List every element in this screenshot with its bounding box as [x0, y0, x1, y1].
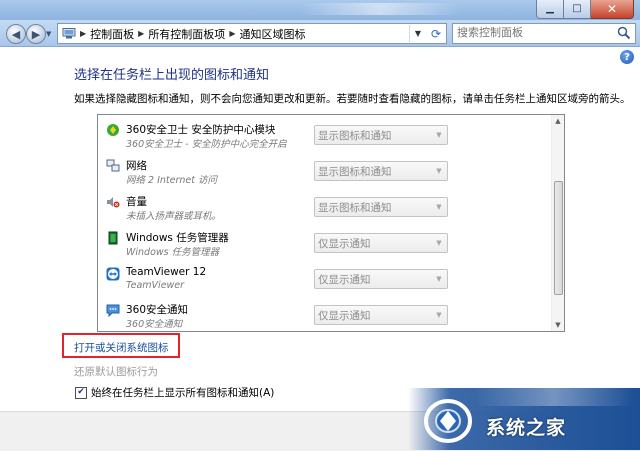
watermark-text: 系统之家: [486, 417, 567, 439]
behavior-value: 显示图标和通知: [318, 130, 392, 142]
list-item: Windows 任务管理器 Windows 任务管理器 仅显示通知 ▼: [98, 227, 548, 263]
search-box[interactable]: [452, 23, 636, 44]
item-name: 360安全卫士 安全防护中心模块: [126, 124, 276, 136]
behavior-value: 仅显示通知: [318, 238, 371, 250]
item-status: TeamViewer: [126, 280, 185, 291]
chevron-down-icon: ▼: [436, 131, 442, 139]
close-button[interactable]: ✕: [591, 0, 634, 19]
behavior-select[interactable]: 仅显示通知 ▼: [314, 233, 448, 253]
watermark-blur: [474, 386, 634, 406]
chevron-down-icon: ▼: [436, 275, 442, 283]
checkmark-icon: ✔: [77, 387, 85, 397]
chevron-down-icon: ▼: [436, 167, 442, 175]
watermark-logo-icon: [424, 399, 472, 443]
behavior-value: 显示图标和通知: [318, 202, 392, 214]
scroll-thumb[interactable]: [554, 181, 563, 295]
list-item: 360安全卫士 安全防护中心模块 360安全卫士 - 安全防护中心完全开启 显示…: [98, 119, 548, 155]
behavior-select[interactable]: 显示图标和通知 ▼: [314, 125, 448, 145]
speaker-muted-icon: [107, 197, 120, 208]
chevron-down-icon: ▼: [436, 203, 442, 211]
address-bar[interactable]: ▶ 控制面板 ▶ 所有控制面板项 ▶ 通知区域图标 ▼: [57, 23, 427, 44]
chevron-down-icon: ▼: [436, 311, 442, 319]
breadcrumb-notification-icons[interactable]: 通知区域图标: [236, 26, 308, 42]
breadcrumb-separator: ▶: [229, 29, 236, 38]
chevron-down-icon: ▼: [436, 239, 442, 247]
item-name: 网络: [126, 160, 147, 172]
always-show-option[interactable]: ✔ 始终在任务栏上显示所有图标和通知(A): [75, 385, 274, 400]
item-name: Windows 任务管理器: [126, 232, 229, 244]
close-icon: ✕: [606, 2, 618, 16]
list-item: 网络 网络 2 Internet 访问 显示图标和通知 ▼: [98, 155, 548, 191]
breadcrumb-all-items[interactable]: 所有控制面板项: [145, 26, 228, 42]
maximize-icon: □: [572, 3, 582, 14]
behavior-select[interactable]: 仅显示通知 ▼: [314, 269, 448, 289]
item-name: TeamViewer 12: [126, 266, 207, 278]
always-show-checkbox[interactable]: ✔: [75, 386, 87, 399]
list-item: TeamViewer 12 TeamViewer 仅显示通知 ▼: [98, 263, 548, 299]
window-title-blur: [300, 3, 460, 15]
list-item: 音量 未插入扬声器或耳机。 显示图标和通知 ▼: [98, 191, 548, 227]
network-icon: [106, 159, 120, 172]
list-scrollbar[interactable]: ▲ ▼: [551, 115, 564, 331]
system-icons-link[interactable]: 打开或关闭系统图标: [74, 340, 169, 355]
item-name: 360安全通知: [126, 304, 189, 316]
help-icon[interactable]: ?: [620, 50, 634, 64]
minimize-button[interactable]: ▁: [536, 0, 564, 19]
scroll-down-icon[interactable]: ▼: [554, 321, 562, 329]
maximize-button[interactable]: □: [564, 0, 591, 19]
behavior-value: 仅显示通知: [318, 274, 371, 286]
restore-default-link[interactable]: 还原默认图标行为: [74, 364, 158, 379]
360-shield-icon: [107, 124, 119, 136]
item-status: 360安全卫士 - 安全防护中心完全开启: [126, 139, 287, 150]
search-input[interactable]: [453, 24, 611, 41]
breadcrumb-separator: ▶: [80, 29, 87, 38]
notification-icons-list[interactable]: 360安全卫士 安全防护中心模块 360安全卫士 - 安全防护中心完全开启 显示…: [97, 114, 565, 332]
back-button[interactable]: ◀: [6, 24, 26, 44]
minimize-icon: ▁: [546, 3, 554, 14]
magnifier-icon[interactable]: [617, 26, 631, 40]
breadcrumb-separator: ▶: [138, 29, 145, 38]
title-bar: ▁ □ ✕: [0, 0, 640, 20]
item-name: 音量: [126, 196, 147, 208]
behavior-value: 仅显示通知: [318, 310, 371, 322]
item-status: 网络 2 Internet 访问: [126, 175, 217, 186]
back-arrow-icon: ◀: [11, 27, 21, 41]
forward-arrow-icon: ▶: [31, 27, 41, 41]
behavior-select[interactable]: 显示图标和通知 ▼: [314, 161, 448, 181]
refresh-button[interactable]: ⟳: [426, 23, 447, 44]
behavior-value: 显示图标和通知: [318, 166, 392, 178]
page-description: 如果选择隐藏图标和通知，则不会向您通知更改和更新。若要随时查看隐藏的图标，请单击…: [74, 93, 631, 105]
task-manager-icon: [108, 231, 118, 245]
chat-bubble-icon: [106, 304, 120, 317]
computer-icon: [62, 28, 76, 39]
watermark: 系统之家: [408, 386, 640, 450]
recent-pages-dropdown[interactable]: ▼: [46, 30, 51, 38]
item-status: Windows 任务管理器: [126, 247, 220, 258]
address-history-dropdown[interactable]: ▼: [409, 25, 426, 42]
breadcrumb-control-panel[interactable]: 控制面板: [87, 26, 137, 42]
behavior-select[interactable]: 显示图标和通知 ▼: [314, 197, 448, 217]
item-status: 360安全通知: [126, 319, 183, 330]
list-item: 360安全通知 360安全通知 仅显示通知 ▼: [98, 299, 548, 331]
window-controls: ▁ □ ✕: [536, 0, 634, 19]
always-show-label: 始终在任务栏上显示所有图标和通知(A): [91, 387, 275, 399]
behavior-select[interactable]: 仅显示通知 ▼: [314, 305, 448, 325]
address-toolbar: ◀ ▶ ▼ ▶ 控制面板 ▶ 所有控制面板项 ▶ 通知区域图标 ▼ ⟳: [0, 20, 640, 47]
refresh-icon: ⟳: [430, 26, 442, 41]
teamviewer-icon: [106, 267, 120, 281]
scroll-up-icon[interactable]: ▲: [554, 117, 562, 125]
page-title: 选择在任务栏上出现的图标和通知: [74, 68, 270, 83]
item-status: 未插入扬声器或耳机。: [126, 211, 222, 222]
forward-button[interactable]: ▶: [26, 24, 46, 44]
